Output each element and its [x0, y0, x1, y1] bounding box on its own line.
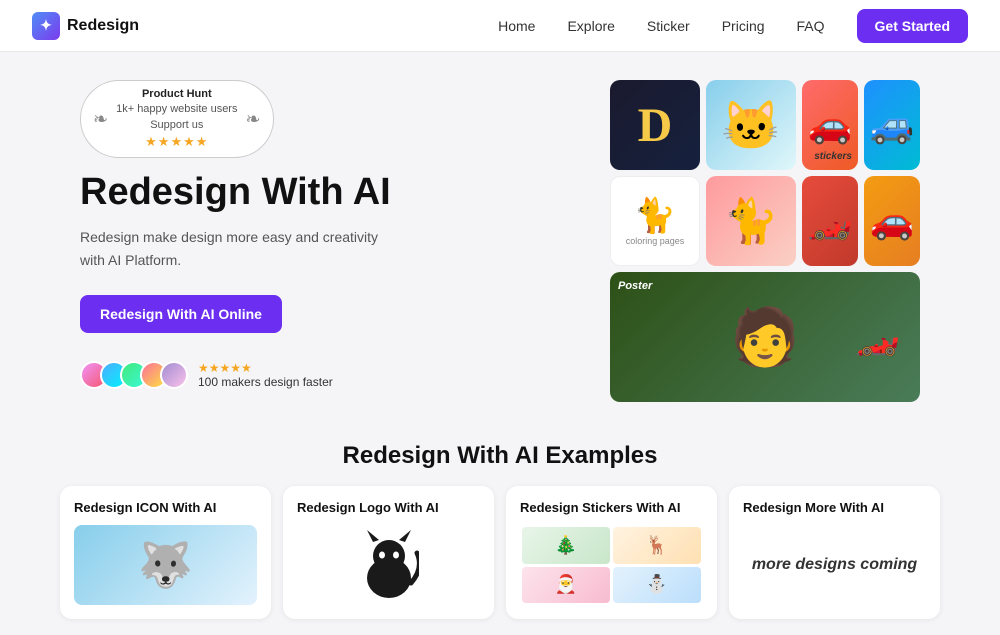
ph-users: 1k+ happy website users — [116, 103, 237, 115]
more-card-title: Redesign More With AI — [743, 500, 926, 515]
gold-car-cell: 🚗 — [864, 176, 920, 266]
laurel-left: ❧ — [93, 109, 108, 130]
teal-car-cell: 🚙 — [864, 80, 920, 170]
logo-preview — [297, 525, 480, 605]
orange-cat-cell: 🐈 — [706, 176, 796, 266]
avatar-5 — [160, 361, 188, 389]
hero-section: ❧ Product Hunt 1k+ happy website users S… — [0, 52, 1000, 422]
get-started-button[interactable]: Get Started — [857, 9, 968, 43]
logo-card-title: Redesign Logo With AI — [297, 500, 480, 515]
logo-card-image — [297, 525, 480, 605]
nav-sticker[interactable]: Sticker — [647, 18, 690, 34]
example-card-stickers: Redesign Stickers With AI 🎄 🦌 🎅 ⛄ — [506, 486, 717, 619]
hero-cta-button[interactable]: Redesign With AI Online — [80, 295, 282, 333]
sticker-1: 🎄 — [522, 527, 610, 564]
cat-icon-cell: 🐱 — [706, 80, 796, 170]
hero-subtitle: Redesign make design more easy and creat… — [80, 226, 390, 271]
sketch-cat-cell: 🐈 coloring pages — [610, 176, 700, 266]
stickers-card-image: 🎄 🦌 🎅 ⛄ — [520, 525, 703, 605]
examples-title: Redesign With AI Examples — [60, 442, 940, 470]
nav-explore[interactable]: Explore — [567, 18, 614, 34]
stickers-card-title: Redesign Stickers With AI — [520, 500, 703, 515]
logo-cat-svg — [359, 528, 419, 603]
icon-preview: 🐺 — [74, 525, 257, 605]
nav-home[interactable]: Home — [498, 18, 535, 34]
ph-stars: ★★★★★ — [116, 133, 237, 151]
nav-pricing[interactable]: Pricing — [722, 18, 765, 34]
img-grid-top: D 🐱 🚗 stickers 🚙 — [610, 80, 920, 170]
ph-support: Support us — [150, 119, 203, 131]
example-card-logo: Redesign Logo With AI — [283, 486, 494, 619]
icon-card-title: Redesign ICON With AI — [74, 500, 257, 515]
nav-links: Home Explore Sticker Pricing FAQ — [498, 18, 824, 34]
sticker-preview-grid: 🎄 🦌 🎅 ⛄ — [520, 525, 703, 605]
d-icon-cell: D — [610, 80, 700, 170]
sticker-2: 🦌 — [613, 527, 701, 564]
social-info: ★★★★★ 100 makers design faster — [198, 361, 333, 389]
product-hunt-badge: ❧ Product Hunt 1k+ happy website users S… — [80, 80, 274, 158]
nav-faq[interactable]: FAQ — [797, 18, 825, 34]
social-text: 100 makers design faster — [198, 375, 333, 389]
more-card-image: more designs coming — [743, 525, 926, 605]
examples-section: Redesign With AI Examples Redesign ICON … — [0, 422, 1000, 635]
social-stars: ★★★★★ — [198, 361, 333, 375]
hero-poster-cell: Poster 🧑 🏎️ — [610, 272, 920, 402]
example-card-more: Redesign More With AI more designs comin… — [729, 486, 940, 619]
nav-logo[interactable]: ✦ Redesign — [32, 12, 139, 40]
hero-image-collage: D 🐱 🚗 stickers 🚙 🐈 coloring pages — [610, 80, 920, 402]
laurel-right: ❧ — [245, 109, 260, 130]
sticker-3: 🎅 — [522, 567, 610, 604]
red-sports-car-cell: 🏎️ — [802, 176, 858, 266]
avatar-group — [80, 361, 188, 389]
hero-left: ❧ Product Hunt 1k+ happy website users S… — [80, 80, 570, 389]
icon-card-image: 🐺 — [74, 525, 257, 605]
navbar: ✦ Redesign Home Explore Sticker Pricing … — [0, 0, 1000, 52]
img-grid-mid: 🐈 coloring pages 🐈 🏎️ 🚗 — [610, 176, 920, 266]
hero-social: ★★★★★ 100 makers design faster — [80, 361, 570, 389]
sticker-4: ⛄ — [613, 567, 701, 604]
more-preview: more designs coming — [743, 525, 926, 605]
ph-platform: Product Hunt — [116, 87, 237, 102]
more-text: more designs coming — [752, 555, 917, 576]
examples-grid: Redesign ICON With AI 🐺 Redesign Logo Wi… — [60, 486, 940, 619]
hero-title: Redesign With AI — [80, 172, 570, 214]
logo-text: Redesign — [67, 17, 139, 35]
red-car-cell: 🚗 stickers — [802, 80, 858, 170]
example-card-icon: Redesign ICON With AI 🐺 — [60, 486, 271, 619]
logo-icon: ✦ — [32, 12, 60, 40]
